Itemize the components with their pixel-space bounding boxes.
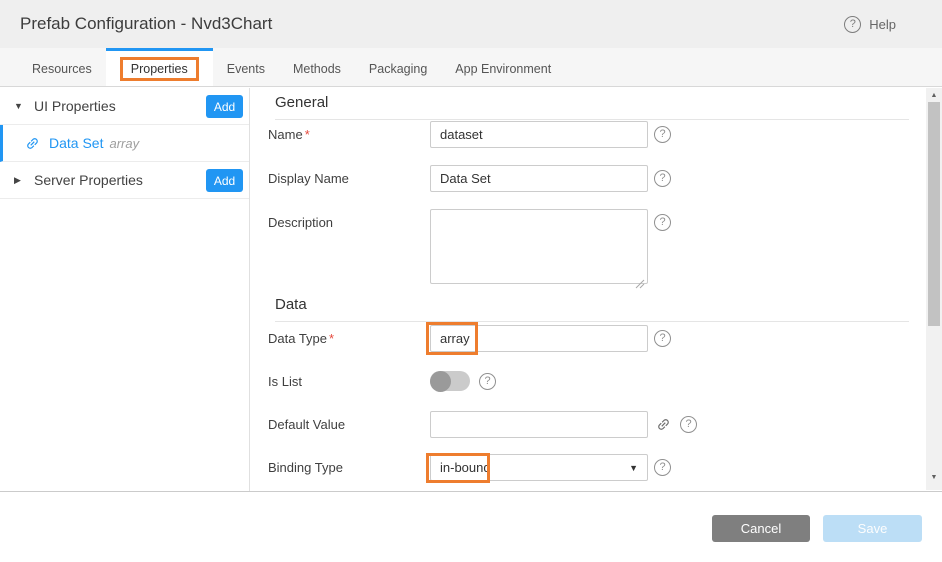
default-value-label: Default Value	[268, 411, 430, 432]
field-row-name: Name* ?	[268, 121, 671, 148]
dialog-title: Prefab Configuration - Nvd3Chart	[20, 14, 272, 34]
data-type-input[interactable]	[430, 325, 648, 352]
is-list-help-icon[interactable]: ?	[479, 373, 496, 390]
add-server-property-button[interactable]: Add	[206, 169, 243, 192]
scroll-down-icon[interactable]: ▼	[926, 474, 942, 481]
section-heading-general: General	[275, 94, 909, 120]
vertical-scrollbar[interactable]: ▲ ▼	[926, 88, 942, 490]
field-row-is-list: Is List ?	[268, 368, 496, 391]
tab-bar: Resources Properties Events Methods Pack…	[0, 48, 942, 87]
sidebar-item-data-set[interactable]: Data Set array	[0, 125, 249, 162]
field-row-display-name: Display Name ?	[268, 165, 671, 192]
tab-resources[interactable]: Resources	[18, 48, 106, 86]
dialog-header: Prefab Configuration - Nvd3Chart ? Help	[0, 0, 942, 48]
name-help-icon[interactable]: ?	[654, 126, 671, 143]
display-name-help-icon[interactable]: ?	[654, 170, 671, 187]
help-icon: ?	[844, 16, 861, 33]
toggle-knob	[430, 371, 451, 392]
help-link[interactable]: ? Help	[844, 0, 896, 48]
name-input[interactable]	[430, 121, 648, 148]
field-row-data-type: Data Type* ?	[268, 325, 671, 352]
sidebar-item-type: array	[109, 136, 139, 151]
add-ui-property-button[interactable]: Add	[206, 95, 243, 118]
description-help-icon[interactable]: ?	[654, 214, 671, 231]
sidebar-section-server-properties[interactable]: ▶ Server Properties Add	[0, 162, 249, 199]
binding-type-value: in-bound	[440, 460, 491, 475]
display-name-input[interactable]	[430, 165, 648, 192]
tab-app-environment[interactable]: App Environment	[441, 48, 565, 86]
field-row-default-value: Default Value ?	[268, 411, 697, 438]
section-heading-data: Data	[275, 296, 909, 322]
property-form-panel: General Name* ? Display Name ? Descripti…	[251, 88, 925, 492]
tab-methods[interactable]: Methods	[279, 48, 355, 86]
sidebar-section-ui-properties[interactable]: ▼ UI Properties Add	[0, 88, 249, 125]
expand-arrow-icon[interactable]: ▶	[14, 175, 24, 186]
resize-grip-icon[interactable]	[635, 276, 645, 286]
scrollbar-thumb[interactable]	[928, 102, 940, 326]
name-label: Name*	[268, 121, 430, 142]
data-type-help-icon[interactable]: ?	[654, 330, 671, 347]
field-row-binding-type: Binding Type in-bound ▼ ?	[268, 454, 671, 481]
tab-events[interactable]: Events	[213, 48, 279, 86]
footer-divider	[0, 491, 942, 492]
binding-type-help-icon[interactable]: ?	[654, 459, 671, 476]
sidebar-item-label: Data Set	[49, 135, 103, 151]
description-label: Description	[268, 209, 430, 230]
field-row-description: Description ?	[268, 209, 671, 289]
binding-type-label: Binding Type	[268, 454, 430, 475]
help-label: Help	[869, 17, 896, 32]
scroll-up-icon[interactable]: ▲	[926, 92, 942, 99]
default-value-help-icon[interactable]: ?	[680, 416, 697, 433]
save-button[interactable]: Save	[823, 515, 922, 542]
required-marker: *	[305, 127, 310, 142]
binding-type-select[interactable]: in-bound ▼	[430, 454, 648, 481]
required-marker: *	[329, 331, 334, 346]
dropdown-caret-icon: ▼	[629, 463, 638, 473]
binding-link-icon	[22, 132, 43, 153]
description-textarea[interactable]	[430, 209, 648, 284]
bind-variable-link-icon[interactable]	[653, 414, 674, 435]
tab-properties[interactable]: Properties	[106, 48, 213, 86]
properties-sidebar: ▼ UI Properties Add Data Set array ▶ Ser…	[0, 88, 250, 492]
display-name-label: Display Name	[268, 165, 430, 186]
tab-packaging[interactable]: Packaging	[355, 48, 441, 86]
default-value-input[interactable]	[430, 411, 648, 438]
is-list-label: Is List	[268, 368, 430, 389]
collapse-arrow-icon[interactable]: ▼	[14, 101, 24, 111]
cancel-button[interactable]: Cancel	[712, 515, 810, 542]
is-list-toggle[interactable]	[430, 371, 470, 391]
data-type-label: Data Type*	[268, 325, 430, 346]
